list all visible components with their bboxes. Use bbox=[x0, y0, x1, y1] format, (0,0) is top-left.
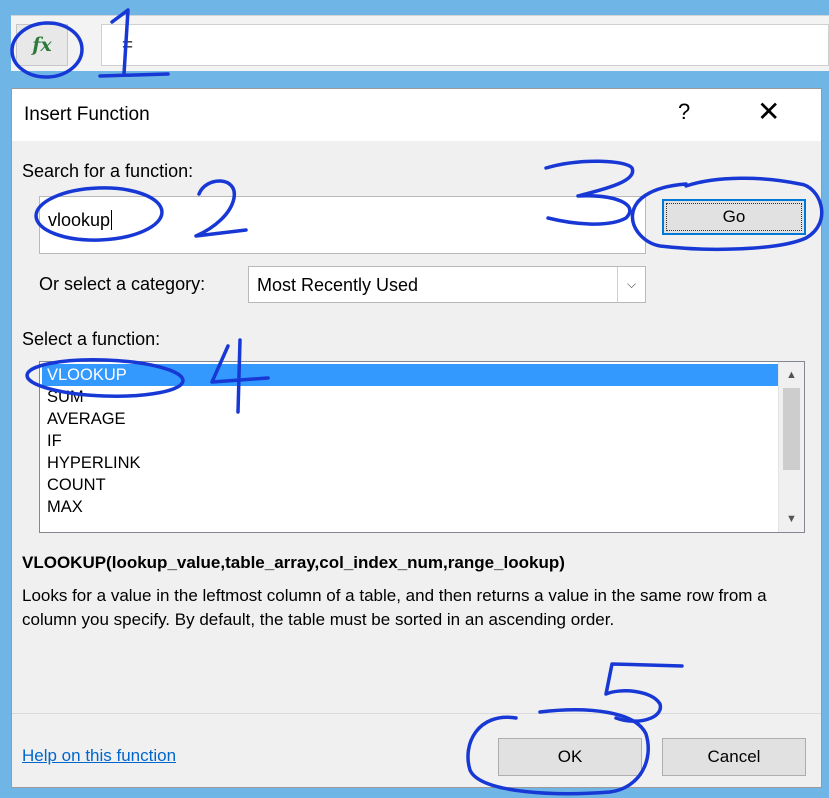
ok-button-label: OK bbox=[557, 747, 583, 766]
function-description: Looks for a value in the leftmost column… bbox=[22, 586, 767, 629]
ok-button[interactable]: OK bbox=[498, 738, 642, 776]
cancel-button-label: Cancel bbox=[707, 747, 761, 766]
function-item-count[interactable]: COUNT bbox=[42, 474, 780, 496]
insert-function-dialog: Insert Function ? ✕ Search for a functio… bbox=[11, 88, 822, 788]
category-select[interactable]: Most Recently Used ⌵ bbox=[248, 266, 646, 303]
function-item-hyperlink[interactable]: HYPERLINK bbox=[42, 452, 780, 474]
chevron-down-icon[interactable]: ⌵ bbox=[617, 267, 645, 302]
formula-input[interactable]: = bbox=[101, 24, 829, 66]
chevron-up-icon[interactable]: ▲ bbox=[779, 364, 804, 386]
category-label: Or select a category: bbox=[39, 274, 206, 294]
insert-function-button[interactable]: fx bbox=[16, 24, 68, 66]
fx-icon: fx bbox=[32, 34, 52, 56]
function-item-max[interactable]: MAX bbox=[42, 496, 780, 518]
function-list-label: Select a function: bbox=[22, 329, 161, 349]
formula-text: = bbox=[122, 35, 134, 56]
function-item-vlookup[interactable]: VLOOKUP bbox=[42, 364, 780, 386]
function-list[interactable]: VLOOKUP SUM AVERAGE IF HYPERLINK COUNT M… bbox=[39, 361, 805, 533]
function-item-average[interactable]: AVERAGE bbox=[42, 408, 780, 430]
search-label: Search for a function: bbox=[22, 161, 194, 181]
go-button-label: Go bbox=[722, 207, 746, 226]
category-value: Most Recently Used bbox=[257, 275, 419, 295]
dialog-title: Insert Function bbox=[24, 104, 150, 125]
text-caret bbox=[111, 210, 113, 230]
help-button[interactable]: ? bbox=[678, 99, 690, 125]
go-button[interactable]: Go bbox=[662, 199, 806, 235]
dialog-title-bar[interactable]: Insert Function ? ✕ bbox=[12, 89, 821, 141]
cancel-button[interactable]: Cancel bbox=[662, 738, 806, 776]
function-item-sum[interactable]: SUM bbox=[42, 386, 780, 408]
function-signature: VLOOKUP(lookup_value,table_array,col_ind… bbox=[22, 553, 565, 572]
help-on-function-link[interactable]: Help on this function bbox=[22, 746, 176, 766]
divider bbox=[12, 713, 821, 714]
search-input[interactable]: vlookup bbox=[39, 196, 646, 254]
function-list-scrollbar[interactable]: ▲ ▼ bbox=[778, 362, 804, 532]
close-button[interactable]: ✕ bbox=[757, 95, 780, 128]
chevron-down-icon[interactable]: ▼ bbox=[779, 508, 804, 530]
search-input-value: vlookup bbox=[48, 210, 111, 230]
formula-bar: fx = bbox=[11, 15, 829, 71]
function-item-if[interactable]: IF bbox=[42, 430, 780, 452]
scroll-thumb[interactable] bbox=[783, 388, 800, 470]
